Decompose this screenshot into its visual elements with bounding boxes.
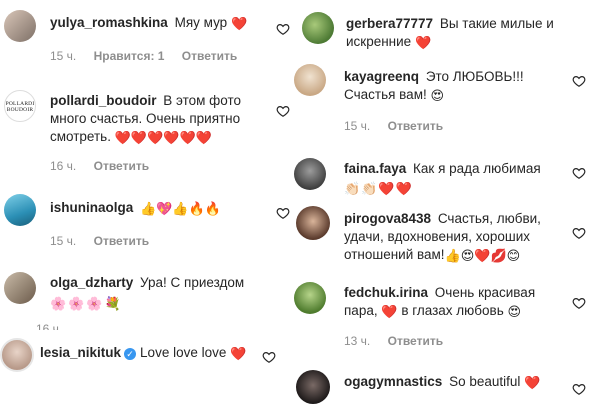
likes-count[interactable]: Нравится: 1 [94,49,165,63]
username[interactable]: pollardi_boudoir [50,93,157,108]
comment-fedchuk: fedchuk.irina Очень красивая пара, ❤️ в … [290,276,600,356]
timestamp: 15 ч. [344,119,371,133]
emoji-reactions: 👍💖👍🔥🔥 [140,201,221,216]
like-heart-icon[interactable] [276,22,290,36]
emoji-heart: ❤️ [414,35,432,50]
comment-ogagymnastics: ogagymnastics So beautiful ❤️ [290,362,600,419]
comment-text: Love love love [140,345,227,360]
emoji-hearts: ❤️❤️❤️❤️❤️❤️ [114,130,212,145]
comment-text-2: в глазах любовь [401,303,504,318]
emoji-reactions: 👍😍❤️💋😊 [444,248,521,263]
like-heart-icon[interactable] [572,74,586,88]
like-heart-icon[interactable] [262,350,276,364]
username[interactable]: fedchuk.irina [344,285,428,300]
comment-lesia: lesia_nikituk ✓ Love love love ❤️ [0,334,290,384]
like-heart-icon[interactable] [276,104,290,118]
emoji-reactions: 👏🏻👏🏻❤️❤️ [344,181,413,196]
like-heart-icon[interactable] [572,296,586,310]
comment-body: kayagreenq Это ЛЮБОВЬ!!! Счастья вам! 😍 [344,68,544,104]
verified-badge-icon: ✓ [124,348,137,360]
comment-pirogova: pirogova8438 Счастья, любви, удачи, вдох… [290,202,600,277]
avatar[interactable] [296,206,330,240]
comment-body: gerbera77777 Вы такие милые и искренние … [346,15,566,51]
emoji-heart: ❤️ [230,16,248,31]
username[interactable]: ishuninaolga [50,200,133,215]
avatar[interactable] [0,338,34,372]
comment-yulya: yulya_romashkina Мяу мур ❤️ 15 ч. Нравит… [0,0,290,70]
comment-body: pirogova8438 Счастья, любви, удачи, вдох… [344,210,554,264]
comment-meta: 13 ч. Ответить [344,334,457,348]
username[interactable]: yulya_romashkina [50,15,168,30]
comment-body: yulya_romashkina Мяу мур ❤️ [50,14,260,32]
comment-olga-dzharty: olga_dzharty Ура! С приездом 🌸🌸🌸💐 16 ч. [0,264,290,330]
comment-text: So beautiful [449,374,521,389]
comment-pollardi: POLLARDI BOUDOIR pollardi_boudoir В этом … [0,80,290,180]
avatar[interactable] [294,64,326,96]
comment-body: ishuninaolga 👍💖👍🔥🔥 [50,199,270,217]
comment-body: pollardi_boudoir В этом фото много счаст… [50,92,270,146]
timestamp: 15 ч. [50,234,77,248]
comment-meta: 16 ч. Ответить [50,159,163,173]
emoji-flowers: 🌸🌸🌸💐 [50,296,123,311]
emoji-heart: ❤️ [524,375,541,390]
reply-button[interactable]: Ответить [94,159,149,173]
avatar[interactable] [296,370,330,404]
reply-button[interactable]: Ответить [94,234,149,248]
avatar[interactable] [4,272,36,304]
comment-text: Мяу мур [174,15,228,30]
avatar[interactable] [294,158,326,190]
comment-meta: 16 ч. [36,322,76,330]
emoji-heart: ❤️ [230,346,247,361]
reply-button[interactable]: Ответить [182,49,237,63]
timestamp: 13 ч. [344,334,371,348]
emoji-smile: 😍 [430,88,445,103]
timestamp: 16 ч. [36,322,63,330]
username[interactable]: gerbera77777 [346,16,433,31]
username[interactable]: olga_dzharty [50,275,133,290]
comment-text: Как я рада любимая [413,161,541,176]
comment-text: Ура! С приездом [140,275,245,290]
comment-faina: faina.faya Как я рада любимая 👏🏻👏🏻❤️❤️ [290,150,600,200]
emoji-heart: ❤️ [381,304,398,319]
avatar-logo: POLLARDI BOUDOIR [5,101,35,113]
comment-body: ogagymnastics So beautiful ❤️ [344,373,564,391]
comment-meta: 15 ч. Ответить [344,119,457,133]
reply-button[interactable]: Ответить [388,119,443,133]
comment-ishuninaolga: ishuninaolga 👍💖👍🔥🔥 15 ч. Ответить [0,190,290,255]
avatar[interactable] [4,194,36,226]
avatar[interactable] [4,10,36,42]
comment-gerbera: gerbera77777 Вы такие милые и искренние … [300,0,600,60]
like-heart-icon[interactable] [572,226,586,240]
username[interactable]: lesia_nikituk [40,345,121,360]
comment-meta: 15 ч. Нравится: 1 Ответить [50,49,251,63]
emoji-smile: 😍 [507,304,522,319]
username[interactable]: pirogova8438 [344,211,431,226]
timestamp: 15 ч. [50,49,77,63]
username[interactable]: kayagreenq [344,69,419,84]
username[interactable]: faina.faya [344,161,406,176]
comment-body: olga_dzharty Ура! С приездом 🌸🌸🌸💐 [50,274,270,312]
like-heart-icon[interactable] [572,382,586,396]
comment-body: fedchuk.irina Очень красивая пара, ❤️ в … [344,284,544,320]
comment-kayagreenq: kayagreenq Это ЛЮБОВЬ!!! Счастья вам! 😍 … [290,58,600,148]
reply-button[interactable]: Ответить [388,334,443,348]
comment-body: faina.faya Как я рада любимая 👏🏻👏🏻❤️❤️ [344,160,564,197]
comment-meta: 15 ч. Ответить [50,234,163,248]
like-heart-icon[interactable] [276,206,290,220]
avatar[interactable]: POLLARDI BOUDOIR [4,90,36,122]
avatar[interactable] [294,282,326,314]
username[interactable]: ogagymnastics [344,374,442,389]
avatar[interactable] [302,12,334,44]
comment-body: lesia_nikituk ✓ Love love love ❤️ [40,344,270,362]
timestamp: 16 ч. [50,159,77,173]
like-heart-icon[interactable] [572,166,586,180]
